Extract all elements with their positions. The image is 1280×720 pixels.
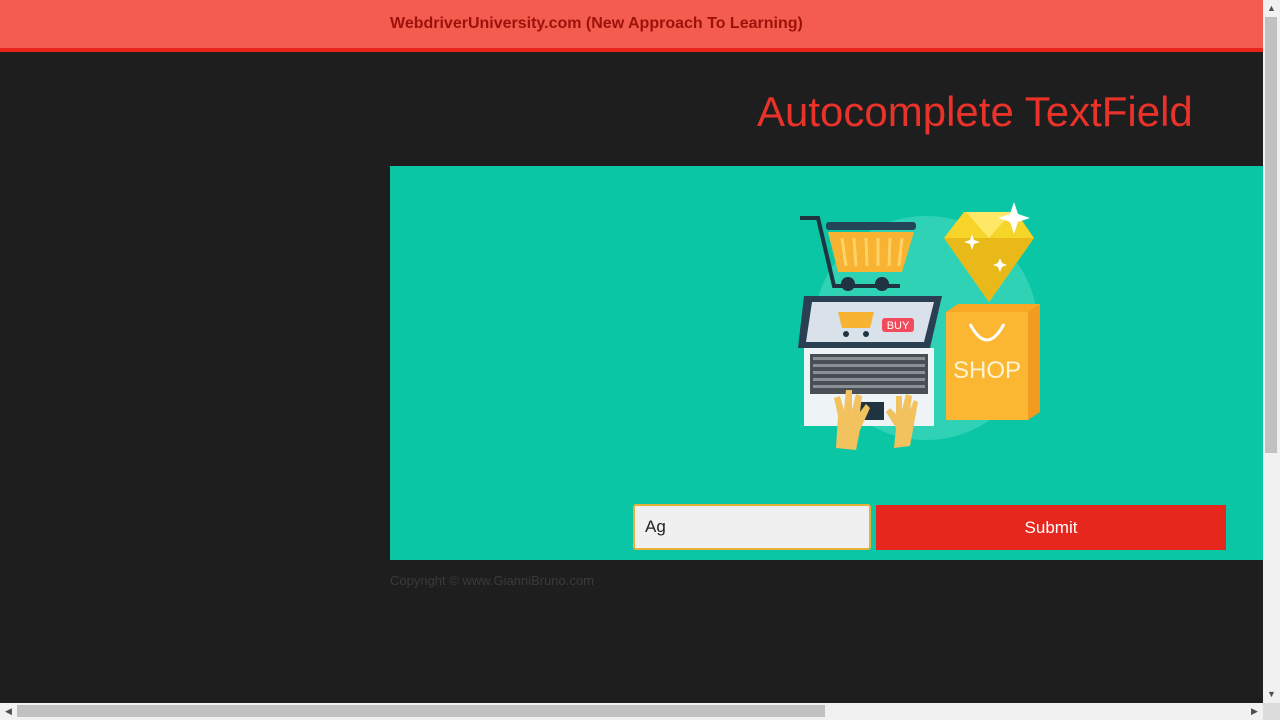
- page-title: Autocomplete TextField: [757, 88, 1193, 135]
- shopping-bag-icon: SHOP: [946, 304, 1040, 420]
- laptop-icon: BUY: [798, 296, 942, 426]
- horizontal-scroll-thumb[interactable]: [17, 705, 825, 717]
- autocomplete-input-wrapper: [633, 504, 871, 550]
- vertical-scrollbar[interactable]: ▲ ▼: [1263, 0, 1280, 703]
- horizontal-scrollbar[interactable]: ◀ ▶: [0, 703, 1263, 720]
- shop-label: SHOP: [953, 357, 1021, 384]
- submit-button[interactable]: Submit: [876, 505, 1226, 550]
- copyright-text: Copyright © www.GianniBruno.com: [390, 573, 594, 588]
- navbar: WebdriverUniversity.com (New Approach To…: [0, 0, 1263, 52]
- shopping-illustration: SHOP BUY: [798, 202, 1040, 450]
- scrollbar-corner: [1263, 703, 1280, 720]
- buy-label: BUY: [887, 320, 910, 332]
- autocomplete-input[interactable]: [635, 506, 869, 548]
- scroll-up-icon[interactable]: ▲: [1263, 0, 1280, 17]
- scroll-left-icon[interactable]: ◀: [0, 703, 17, 720]
- scroll-down-icon[interactable]: ▼: [1263, 686, 1280, 703]
- scroll-right-icon[interactable]: ▶: [1246, 703, 1263, 720]
- vertical-scroll-thumb[interactable]: [1265, 17, 1277, 453]
- content-panel: SHOP BUY Ag Submit: [390, 166, 1263, 560]
- brand-link[interactable]: WebdriverUniversity.com (New Approach To…: [390, 15, 803, 33]
